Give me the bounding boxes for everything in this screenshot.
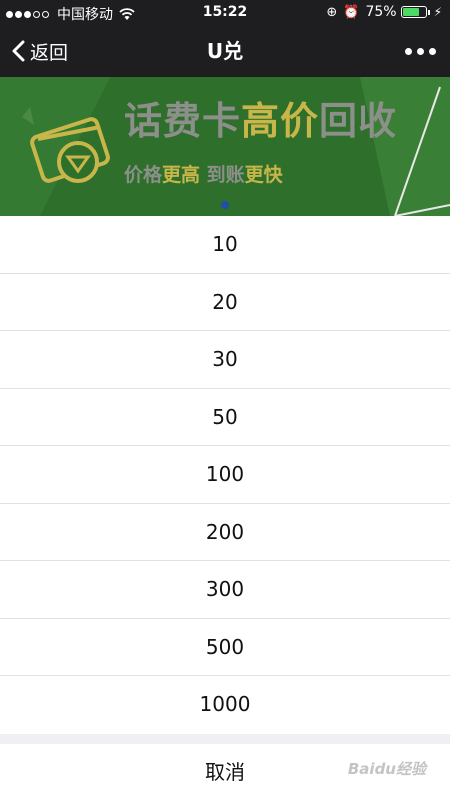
back-button[interactable]: 返回 <box>10 25 68 77</box>
back-label: 返回 <box>30 41 69 64</box>
banner-title-part: 回收 <box>319 99 398 143</box>
amount-option[interactable]: 500 <box>0 618 450 676</box>
carousel-indicator[interactable] <box>221 201 229 209</box>
amount-option[interactable]: 30 <box>0 331 450 389</box>
amount-option[interactable]: 10 <box>0 216 450 274</box>
banner-subtitle-part: 到账 <box>200 164 245 186</box>
banner-subtitle-part: 价格 <box>124 164 163 186</box>
battery-tip <box>427 9 430 15</box>
amount-option[interactable]: 20 <box>0 273 450 331</box>
amount-option[interactable]: 300 <box>0 561 450 619</box>
amount-option[interactable]: 50 <box>0 388 450 446</box>
amount-option[interactable]: 1000 <box>0 676 450 734</box>
nav-bar: 返回 U兑 <box>0 25 450 77</box>
battery-fill <box>402 8 420 16</box>
watermark: Baidu经验 <box>347 760 426 778</box>
charging-icon: ⚡ <box>433 5 442 19</box>
chevron-left-icon <box>12 40 25 62</box>
amount-action-sheet: 10 20 30 50 100 200 300 500 1000 <box>0 216 450 734</box>
status-bar: 中国移动 15:22 ⊕ ⏰ 75% ⚡ <box>0 0 450 25</box>
status-right: ⊕ ⏰ 75% ⚡ <box>326 4 442 20</box>
rotation-lock-icon: ⊕ <box>326 4 338 20</box>
more-dots-icon[interactable] <box>400 25 436 77</box>
amount-option[interactable]: 200 <box>0 503 450 561</box>
banner-title: 话费卡高价回收 <box>124 98 397 144</box>
battery-percent: 75% <box>365 4 397 20</box>
amount-option[interactable]: 100 <box>0 446 450 504</box>
banner-title-highlight: 高价 <box>241 99 320 143</box>
banner-subtitle-highlight: 更高 <box>162 164 201 186</box>
banner-subtitle-highlight: 更快 <box>244 164 283 186</box>
banner-subtitle: 价格更高 到账更快 <box>124 160 283 187</box>
alarm-icon: ⏰ <box>343 4 360 20</box>
battery-icon <box>400 6 427 18</box>
banner-title-part: 话费卡 <box>124 99 242 143</box>
